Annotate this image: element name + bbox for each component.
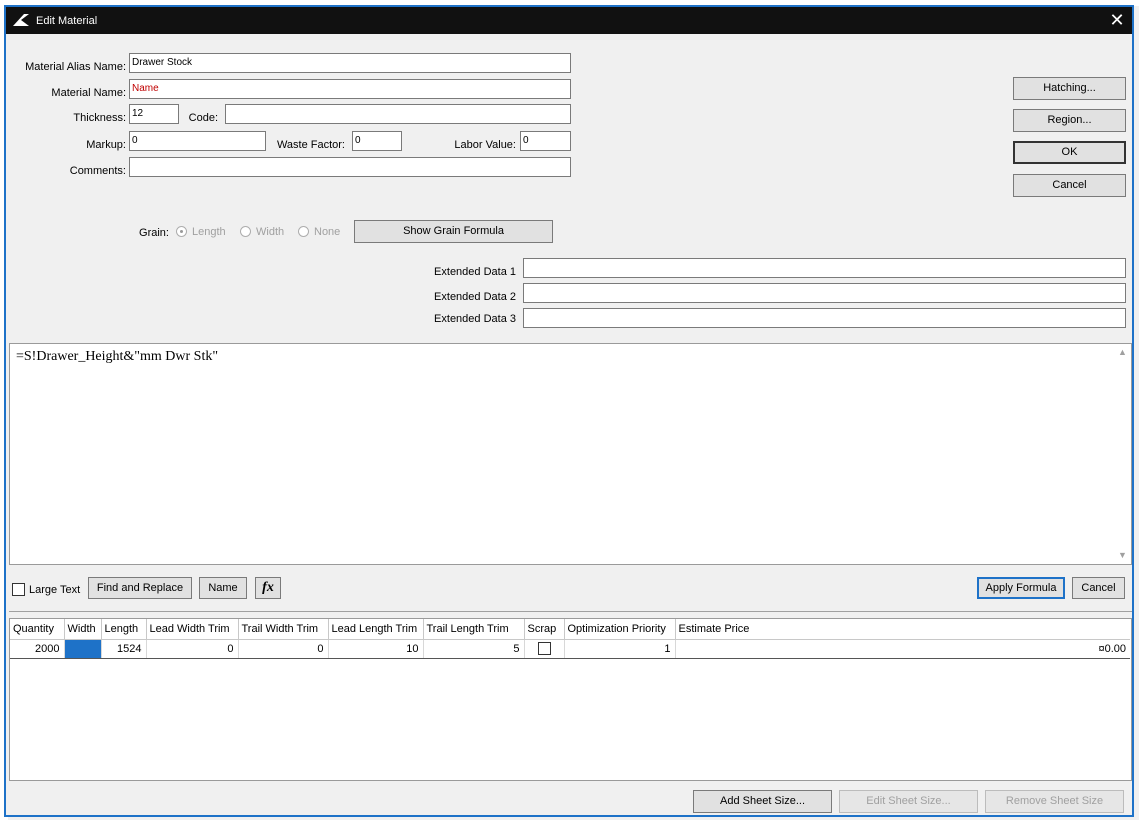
cell-estimate-price[interactable]: ¤0.00 [675,639,1130,659]
formula-cancel-button[interactable]: Cancel [1072,577,1125,599]
formula-scrollbar[interactable]: ▲ ▼ [1114,344,1131,564]
comments-field[interactable] [129,157,571,177]
table-row[interactable]: 2000 1524 0 0 10 5 1 ¤0.00 [10,639,1130,659]
apply-formula-button[interactable]: Apply Formula [977,577,1065,599]
markup-label: Markup: [86,139,126,151]
grain-none-label: None [314,226,341,238]
extended-data-2-field[interactable] [523,283,1126,303]
extended-data-3-label: Extended Data 3 [434,313,516,325]
close-icon[interactable]: ✕ [1108,10,1126,30]
labor-value-label: Labor Value: [454,139,516,151]
cell-optimization-priority[interactable]: 1 [564,639,676,659]
extended-data-3-field[interactable] [523,308,1126,328]
extended-data-1-field[interactable] [523,258,1126,278]
ok-button[interactable]: OK [1013,141,1126,164]
cell-quantity[interactable]: 2000 [10,639,65,659]
cancel-button[interactable]: Cancel [1013,174,1126,197]
show-grain-formula-button[interactable]: Show Grain Formula [354,220,553,243]
labor-value-field[interactable]: 0 [520,131,571,151]
scroll-down-icon[interactable]: ▼ [1114,547,1131,564]
material-name-label: Material Name: [51,87,126,99]
large-text-label: Large Text [29,584,81,596]
col-quantity[interactable]: Quantity [10,619,65,640]
comments-label: Comments: [69,165,126,177]
col-lead-width-trim[interactable]: Lead Width Trim [146,619,239,640]
cell-trail-width-trim[interactable]: 0 [238,639,329,659]
formula-text[interactable]: =S!Drawer_Height&"mm Dwr Stk" [16,349,218,365]
cell-lead-width-trim[interactable]: 0 [146,639,239,659]
app-logo-icon [13,14,29,26]
extended-data-2-label: Extended Data 2 [434,291,516,303]
name-button[interactable]: Name [199,577,247,599]
scroll-up-icon[interactable]: ▲ [1114,344,1131,361]
thickness-field[interactable]: 12 [129,104,179,124]
divider [9,611,1132,612]
grain-length-label: Length [192,226,226,238]
col-length[interactable]: Length [101,619,147,640]
cell-length[interactable]: 1524 [101,639,147,659]
sheet-size-grid[interactable]: Quantity Width Length Lead Width Trim Tr… [9,618,1132,781]
col-width[interactable]: Width [64,619,102,640]
cell-trail-length-trim[interactable]: 5 [423,639,525,659]
cell-scrap[interactable] [524,639,565,659]
cell-lead-length-trim[interactable]: 10 [328,639,424,659]
scrap-checkbox[interactable] [537,642,551,655]
waste-factor-field[interactable]: 0 [352,131,402,151]
edit-sheet-size-button[interactable]: Edit Sheet Size... [839,790,978,813]
cell-width[interactable] [64,639,102,659]
col-scrap[interactable]: Scrap [524,619,565,640]
title-bar[interactable]: Edit Material ✕ [6,7,1132,34]
fx-icon[interactable]: fx [255,577,281,599]
alias-name-field[interactable]: Drawer Stock [129,53,571,73]
formula-editor[interactable]: =S!Drawer_Height&"mm Dwr Stk" ▲ ▼ [9,343,1132,565]
col-trail-length-trim[interactable]: Trail Length Trim [423,619,525,640]
grain-label: Grain: [139,227,169,239]
grain-length-radio[interactable] [176,226,187,237]
edit-material-dialog: Edit Material ✕ Material Alias Name: Dra… [4,5,1134,817]
add-sheet-size-button[interactable]: Add Sheet Size... [693,790,832,813]
hatching-button[interactable]: Hatching... [1013,77,1126,100]
waste-factor-label: Waste Factor: [276,139,345,151]
code-field[interactable] [225,104,571,124]
code-label: Code: [188,112,218,124]
extended-data-1-label: Extended Data 1 [434,266,516,278]
find-replace-button[interactable]: Find and Replace [88,577,192,599]
large-text-checkbox[interactable] [12,583,25,596]
grain-width-label: Width [256,226,285,238]
grain-width-radio[interactable] [240,226,251,237]
thickness-label: Thickness: [73,112,126,124]
grain-none-radio[interactable] [298,226,309,237]
col-lead-length-trim[interactable]: Lead Length Trim [328,619,424,640]
window-title: Edit Material [36,15,98,27]
markup-field[interactable]: 0 [129,131,266,151]
remove-sheet-size-button[interactable]: Remove Sheet Size [985,790,1124,813]
material-name-field[interactable]: Name [129,79,571,99]
region-button[interactable]: Region... [1013,109,1126,132]
alias-name-label: Material Alias Name: [25,61,126,73]
col-estimate-price[interactable]: Estimate Price [675,619,1130,640]
col-trail-width-trim[interactable]: Trail Width Trim [238,619,329,640]
col-optimization-priority[interactable]: Optimization Priority [564,619,676,640]
